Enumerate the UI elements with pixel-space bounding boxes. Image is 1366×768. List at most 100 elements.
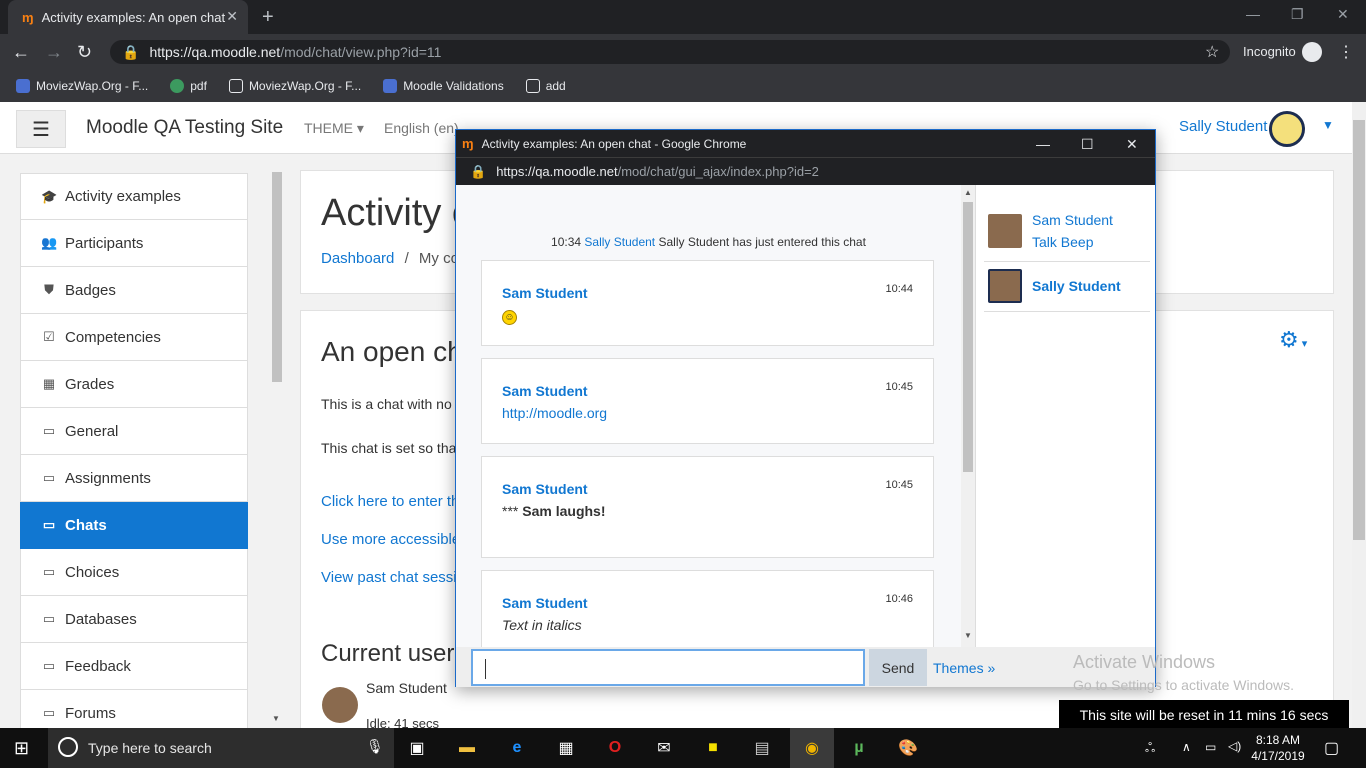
notifications-icon[interactable]: ▢: [1324, 738, 1339, 758]
task-view-icon[interactable]: ▣: [404, 736, 430, 760]
incognito-icon[interactable]: [1302, 42, 1322, 62]
sidebar-item-grades[interactable]: ▦ Grades: [20, 361, 248, 408]
themes-link[interactable]: Themes »: [933, 660, 995, 676]
tab-close-icon[interactable]: ✕: [226, 8, 238, 25]
sidebar-item-databases[interactable]: ▭ Databases: [20, 596, 248, 643]
breadcrumb-courses[interactable]: My courses: [419, 250, 457, 267]
reload-button[interactable]: ↻: [77, 42, 92, 63]
chat-user-name[interactable]: Sam Student: [1032, 209, 1113, 231]
paint-icon[interactable]: 🎨: [895, 736, 921, 760]
bookmark-item[interactable]: add: [525, 79, 566, 93]
smiley-icon: ☺: [502, 310, 517, 325]
scroll-down-arrow[interactable]: ▼: [964, 631, 972, 640]
bookmark-item[interactable]: pdf: [170, 79, 207, 93]
microphone-icon[interactable]: 🎙: [366, 738, 384, 755]
sidebar-item-choices[interactable]: ▭ Choices: [20, 549, 248, 596]
bookmark-item[interactable]: MoviezWap.Org - F...: [16, 79, 148, 93]
clock-date: 4/17/2019: [1251, 749, 1305, 763]
sticky-notes-icon[interactable]: ■: [700, 736, 726, 760]
chat-messages-area: 10:34 Sally Student Sally Student has ju…: [456, 185, 961, 647]
utorrent-icon[interactable]: µ: [846, 736, 872, 760]
sidebar-scroll-thumb[interactable]: [272, 172, 282, 382]
message-author[interactable]: Sam Student: [502, 481, 588, 497]
beep-link[interactable]: Beep: [1061, 234, 1094, 250]
page-scroll-thumb[interactable]: [1353, 120, 1365, 540]
message-link[interactable]: http://moodle.org: [502, 405, 607, 421]
windows-start-icon[interactable]: ⊞: [14, 738, 29, 759]
bookmark-item[interactable]: MoviezWap.Org - F...: [228, 79, 361, 93]
browser-tab[interactable]: ɱ Activity examples: An open chat ✕: [8, 0, 248, 34]
people-icon[interactable]: ஃ: [1145, 740, 1155, 757]
chat-user-name[interactable]: Sally Student: [1032, 275, 1121, 297]
sidebar-item-feedback[interactable]: ▭ Feedback: [20, 643, 248, 690]
chat-scroll-thumb[interactable]: [963, 202, 973, 472]
edge-icon[interactable]: e: [504, 736, 530, 760]
message-author[interactable]: Sam Student: [502, 285, 588, 301]
file-explorer-icon[interactable]: ▬: [454, 736, 480, 760]
sidebar-item-badges[interactable]: ⛊ Badges: [20, 267, 248, 314]
menu-icon[interactable]: ⋮: [1338, 42, 1354, 62]
scroll-up-arrow[interactable]: ▲: [964, 188, 972, 197]
sidebar-item-activity-examples[interactable]: 🎓 Activity examples: [20, 173, 248, 220]
user-avatar[interactable]: [1269, 111, 1305, 147]
star-icon[interactable]: ☆: [1205, 42, 1219, 62]
talk-link[interactable]: Talk: [1032, 234, 1057, 250]
hamburger-menu-button[interactable]: ☰: [16, 110, 66, 148]
back-button[interactable]: ←: [12, 42, 30, 63]
current-user-name[interactable]: Sam Student: [366, 680, 447, 696]
message-author[interactable]: Sam Student: [502, 595, 588, 611]
page-icon: [525, 79, 540, 93]
send-button[interactable]: Send: [869, 649, 927, 686]
theme-menu[interactable]: THEME ▾: [304, 120, 364, 137]
restore-button[interactable]: ❐: [1291, 6, 1304, 23]
chat-message-input[interactable]: [471, 649, 865, 686]
user-avatar[interactable]: [988, 214, 1022, 248]
sidebar-item-general[interactable]: ▭ General: [20, 408, 248, 455]
sidebar-item-chats[interactable]: ▭ Chats: [20, 502, 248, 549]
moodle-logo-icon: ɱ: [462, 136, 474, 151]
store-icon[interactable]: ▦: [553, 736, 579, 760]
minimize-button[interactable]: —: [1246, 6, 1260, 22]
sidebar-item-assignments[interactable]: ▭ Assignments: [20, 455, 248, 502]
system-message-user[interactable]: Sally Student: [584, 235, 655, 249]
gear-icon[interactable]: ⚙ ▾: [1279, 327, 1307, 353]
breadcrumb-dashboard[interactable]: Dashboard: [321, 250, 394, 267]
chevron-down-icon[interactable]: ▼: [1322, 118, 1334, 132]
intro-text-1: This is a chat with no: [321, 396, 452, 412]
popup-minimize-button[interactable]: —: [1036, 136, 1050, 152]
popup-close-button[interactable]: ✕: [1126, 136, 1138, 153]
sidebar-item-participants[interactable]: 👥 Participants: [20, 220, 248, 267]
volume-icon[interactable]: ◁): [1228, 739, 1241, 753]
scroll-down-arrow[interactable]: ▼: [272, 714, 280, 723]
battery-icon[interactable]: ▭: [1205, 740, 1216, 754]
url-field[interactable]: 🔒 https://qa.moodle.net /mod/chat/view.p…: [110, 40, 1230, 64]
popup-maximize-button[interactable]: ☐: [1081, 136, 1094, 153]
forward-button[interactable]: →: [45, 42, 63, 63]
chrome-icon[interactable]: ◉: [790, 728, 834, 768]
taskbar-search[interactable]: Type here to search 🎙: [48, 728, 394, 768]
new-tab-button[interactable]: +: [262, 6, 274, 29]
language-menu[interactable]: English (en): [384, 120, 459, 136]
past-sessions-link[interactable]: View past chat sessions: [321, 569, 455, 586]
site-name[interactable]: Moodle QA Testing Site: [86, 117, 283, 139]
folder-icon: ▭: [42, 564, 56, 579]
enter-chat-link[interactable]: Click here to enter the chat: [321, 493, 455, 510]
accessible-interface-link[interactable]: Use more accessible interface: [321, 531, 455, 548]
popup-url-field[interactable]: 🔒 https://qa.moodle.net /mod/chat/gui_aj…: [456, 157, 1155, 185]
text-caret: [485, 659, 486, 679]
mail-icon[interactable]: ✉: [651, 736, 677, 760]
cortana-icon: [58, 737, 78, 757]
message-time: 10:46: [885, 593, 913, 605]
tray-chevron-icon[interactable]: ∧: [1182, 740, 1191, 754]
close-window-button[interactable]: ✕: [1337, 6, 1349, 23]
user-avatar[interactable]: [988, 269, 1022, 303]
opera-icon[interactable]: O: [602, 736, 628, 760]
user-menu-name[interactable]: Sally Student: [1179, 118, 1267, 135]
sidebar-item-label: Feedback: [65, 657, 131, 675]
bookmark-item[interactable]: Moodle Validations: [383, 79, 504, 93]
taskbar-clock[interactable]: 8:18 AM 4/17/2019: [1248, 732, 1308, 764]
app-icon[interactable]: ▤: [749, 736, 775, 760]
message-author[interactable]: Sam Student: [502, 383, 588, 399]
sidebar-item-competencies[interactable]: ☑ Competencies: [20, 314, 248, 361]
bookmark-icon: [170, 79, 185, 93]
